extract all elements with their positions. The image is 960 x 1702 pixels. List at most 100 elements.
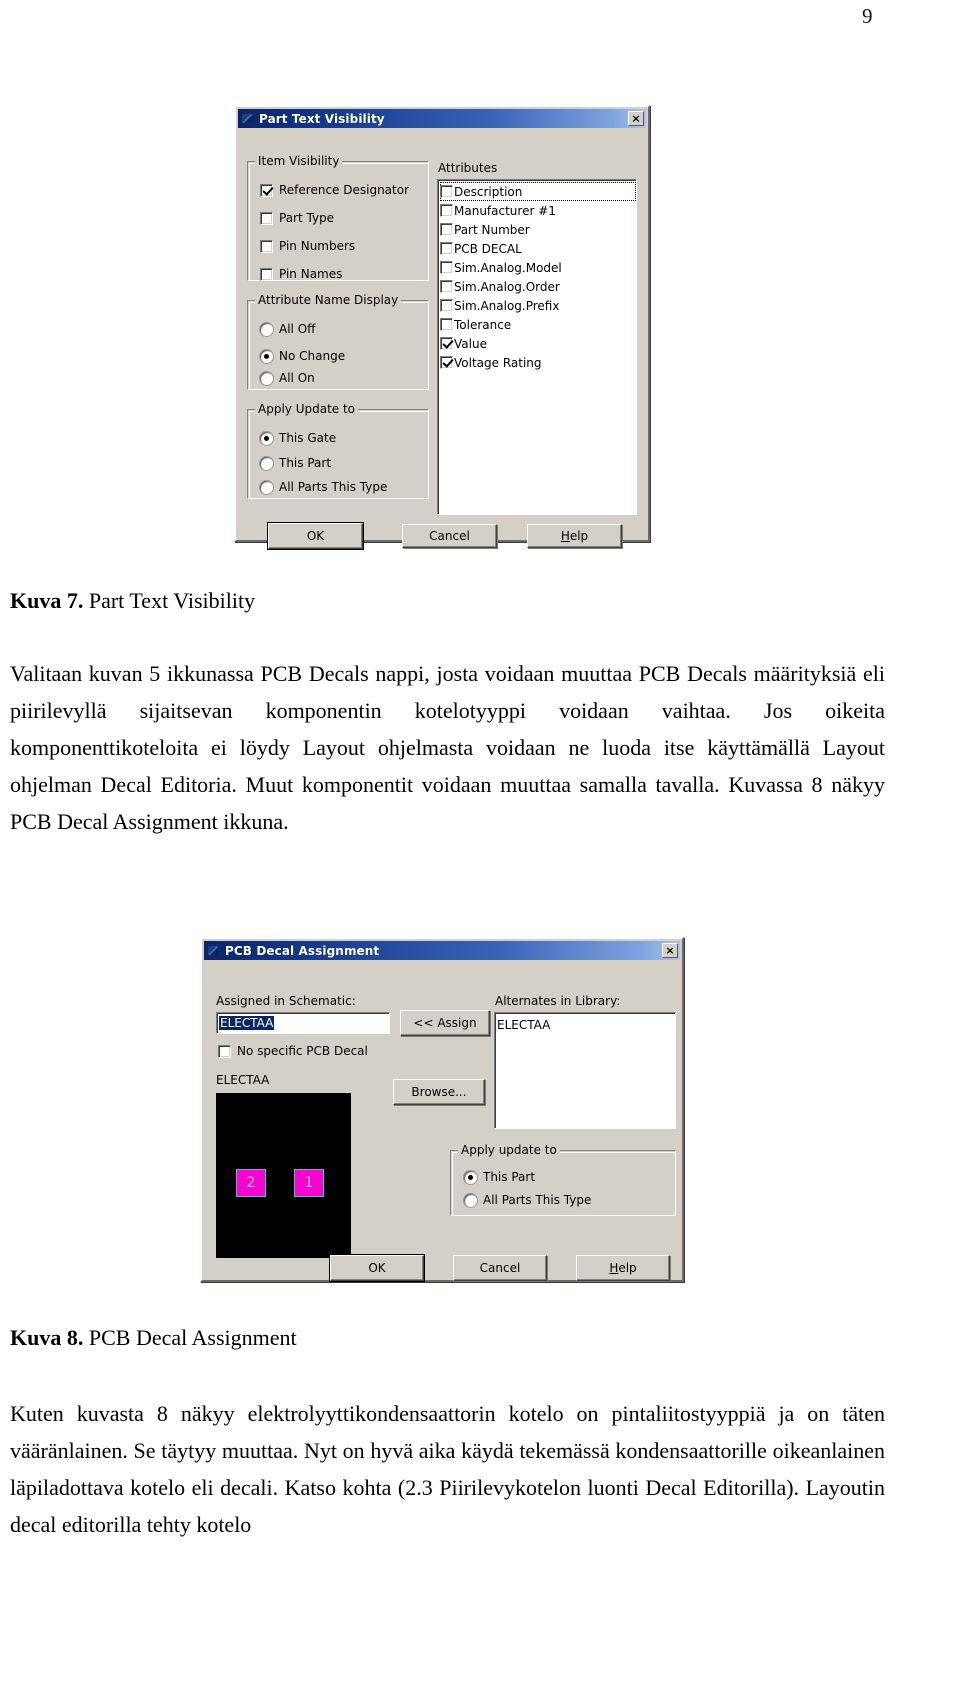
help-button-label: Help — [609, 1261, 637, 1275]
radio-this-part[interactable]: This Part — [260, 456, 331, 470]
figure-caption-7-number: Kuva 7. — [10, 588, 84, 613]
checkbox-reference-designator[interactable]: Reference Designator — [260, 183, 409, 197]
checkbox-icon[interactable] — [440, 261, 453, 274]
cancel-button[interactable]: Cancel — [453, 1255, 547, 1281]
radio-icon[interactable] — [260, 371, 273, 385]
list-item-label: Value — [454, 336, 487, 351]
help-button-label: Help — [560, 529, 589, 543]
radio-this-part[interactable]: This Part — [464, 1170, 535, 1184]
list-item-label: Manufacturer #1 — [454, 203, 556, 218]
application-icon — [241, 112, 254, 125]
radio-no-change[interactable]: No Change — [260, 349, 345, 363]
list-item[interactable]: Manufacturer #1 — [440, 201, 636, 220]
list-item[interactable]: PCB DECAL — [440, 239, 636, 258]
checkbox-label: No specific PCB Decal — [237, 1044, 368, 1058]
decal-pad-number: 1 — [304, 1175, 314, 1191]
help-button[interactable]: Help — [576, 1255, 670, 1281]
checkbox-no-specific-pcb-decal[interactable]: No specific PCB Decal — [218, 1044, 368, 1058]
ok-button[interactable]: OK — [268, 523, 363, 549]
checkbox-icon[interactable] — [260, 211, 273, 225]
help-button[interactable]: Help — [527, 524, 622, 548]
checkbox-icon[interactable] — [440, 204, 453, 217]
list-item[interactable]: Sim.Analog.Prefix — [440, 296, 636, 315]
checkbox-icon[interactable] — [440, 337, 453, 350]
part-text-visibility-dialog: Part Text Visibility × Item Visibility R… — [234, 105, 650, 549]
radio-this-gate[interactable]: This Gate — [260, 431, 336, 445]
radio-icon[interactable] — [260, 456, 273, 470]
checkbox-icon[interactable] — [440, 185, 453, 198]
checkbox-label: Pin Numbers — [279, 239, 356, 253]
radio-icon[interactable] — [260, 480, 273, 494]
checkbox-pin-names[interactable]: Pin Names — [260, 267, 342, 281]
list-item-label: Sim.Analog.Prefix — [454, 298, 560, 313]
checkbox-icon[interactable] — [440, 242, 453, 255]
body-paragraph-1: Valitaan kuvan 5 ikkunassa PCB Decals na… — [10, 661, 885, 834]
group-attribute-name-display-label: Attribute Name Display — [255, 293, 402, 307]
checkbox-icon[interactable] — [260, 239, 273, 253]
alternates-in-library-listbox[interactable]: ELECTAA — [494, 1012, 676, 1129]
assigned-in-schematic-label: Assigned in Schematic: — [216, 994, 356, 1008]
group-apply-update-to-label: Apply update to — [458, 1143, 560, 1157]
list-item[interactable]: Value — [440, 334, 636, 353]
decal-pad-number: 2 — [246, 1175, 256, 1191]
decal-preview: 2 1 — [216, 1093, 351, 1258]
figure-caption-7: Kuva 7. Part Text Visibility — [10, 588, 255, 614]
list-item-label: Sim.Analog.Order — [454, 279, 560, 294]
list-item-label: PCB DECAL — [454, 241, 522, 256]
checkbox-icon[interactable] — [440, 356, 453, 369]
checkbox-pin-numbers[interactable]: Pin Numbers — [260, 239, 355, 253]
checkbox-icon[interactable] — [260, 267, 273, 281]
list-item[interactable]: Tolerance — [440, 315, 636, 334]
attributes-label: Attributes — [438, 161, 498, 175]
list-item-label: Part Number — [454, 222, 530, 237]
dialog-titlebar[interactable]: Part Text Visibility × — [238, 109, 646, 128]
figure-caption-8-number: Kuva 8. — [10, 1325, 84, 1350]
dialog-titlebar[interactable]: PCB Decal Assignment × — [204, 941, 680, 960]
ok-button[interactable]: OK — [330, 1255, 424, 1281]
group-apply-update-to-label: Apply Update to — [255, 402, 359, 416]
list-item[interactable]: Voltage Rating — [440, 353, 636, 372]
checkbox-icon[interactable] — [440, 280, 453, 293]
radio-label: All Off — [279, 322, 316, 336]
body-paragraph-2: Kuten kuvasta 8 näkyy elektrolyyttikonde… — [10, 1401, 885, 1537]
close-icon[interactable]: × — [662, 943, 678, 958]
radio-icon[interactable] — [464, 1193, 477, 1207]
assigned-in-schematic-value: ELECTAA — [219, 1016, 275, 1030]
radio-icon[interactable] — [464, 1170, 477, 1184]
radio-icon[interactable] — [260, 349, 273, 363]
checkbox-part-type[interactable]: Part Type — [260, 211, 334, 225]
browse-button[interactable]: Browse... — [393, 1079, 485, 1105]
radio-all-on[interactable]: All On — [260, 371, 315, 385]
attributes-listbox[interactable]: Description Manufacturer #1 Part Number … — [437, 179, 637, 515]
radio-all-off[interactable]: All Off — [260, 322, 315, 336]
dialog-title: PCB Decal Assignment — [225, 943, 380, 958]
decal-pad: 2 — [236, 1169, 266, 1197]
checkbox-icon[interactable] — [440, 299, 453, 312]
close-icon[interactable]: × — [628, 111, 644, 126]
list-item[interactable]: Sim.Analog.Model — [440, 258, 636, 277]
radio-all-parts-this-type[interactable]: All Parts This Type — [464, 1193, 591, 1207]
radio-label: This Part — [483, 1170, 536, 1184]
assigned-in-schematic-input[interactable]: ELECTAA — [216, 1012, 390, 1034]
figure-caption-8-text: PCB Decal Assignment — [88, 1325, 297, 1350]
radio-icon[interactable] — [260, 322, 273, 336]
alternates-in-library-label: Alternates in Library: — [495, 994, 621, 1008]
list-item[interactable]: Part Number — [440, 220, 636, 239]
radio-icon[interactable] — [260, 431, 273, 445]
list-item[interactable]: Description — [440, 182, 636, 201]
assign-button[interactable]: << Assign — [400, 1010, 490, 1036]
list-item[interactable]: Sim.Analog.Order — [440, 277, 636, 296]
cancel-button[interactable]: Cancel — [402, 524, 497, 548]
figure-caption-7-text: Part Text Visibility — [88, 588, 256, 613]
list-item-label: Sim.Analog.Model — [454, 260, 562, 275]
list-item-label: Tolerance — [454, 317, 512, 332]
dialog-title: Part Text Visibility — [259, 111, 385, 126]
checkbox-icon[interactable] — [218, 1044, 231, 1058]
checkbox-icon[interactable] — [440, 318, 453, 331]
radio-label: All Parts This Type — [483, 1193, 592, 1207]
radio-all-parts-this-type[interactable]: All Parts This Type — [260, 480, 387, 494]
checkbox-icon[interactable] — [440, 223, 453, 236]
list-item[interactable]: ELECTAA — [497, 1015, 675, 1034]
checkbox-icon[interactable] — [260, 183, 273, 197]
list-item-label: Description — [454, 184, 523, 199]
